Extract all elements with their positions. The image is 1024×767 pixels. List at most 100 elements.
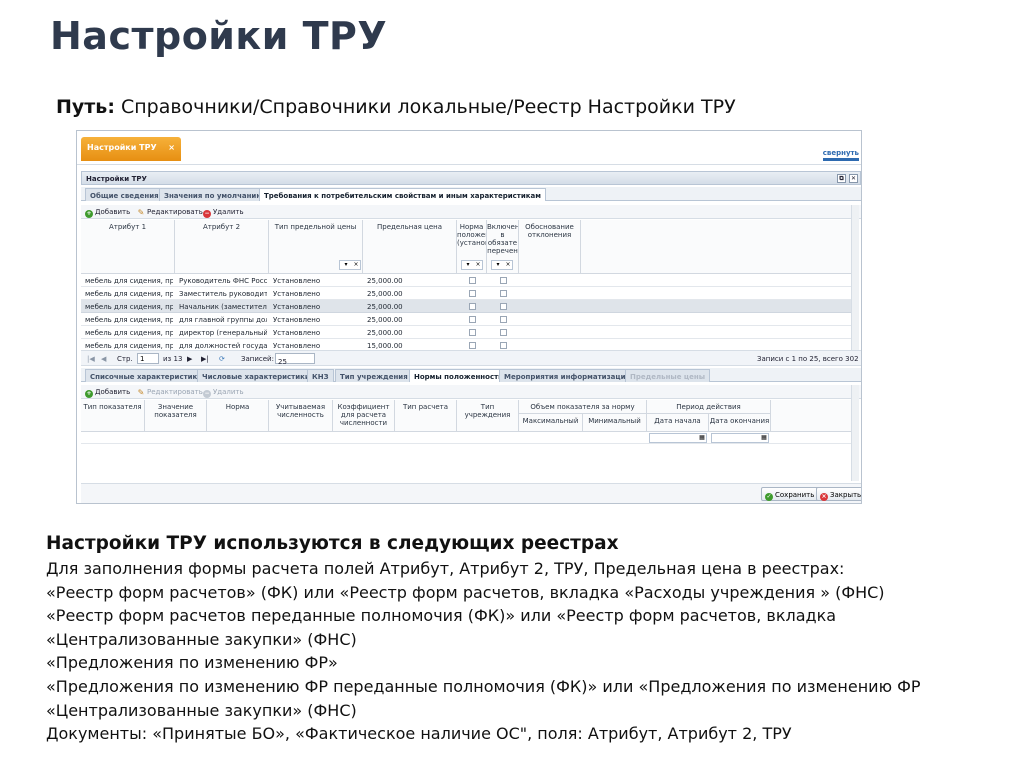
tab-institution-type[interactable]: Тип учреждения [335, 369, 413, 382]
table-row[interactable]: мебель для сидения, пре... Руководитель … [81, 274, 851, 287]
add-button[interactable]: + Добавить [85, 388, 130, 398]
add-label: Добавить [95, 208, 131, 216]
save-button[interactable]: ✓ Сохранить [761, 487, 820, 501]
column-header[interactable]: Атрибут 2 [175, 220, 269, 274]
prev-page-icon[interactable]: ◀ [101, 355, 106, 363]
clear-icon[interactable]: × [504, 261, 512, 269]
description-line: «Централизованные закупки» (ФНС) [46, 629, 357, 649]
column-header[interactable]: Тип расчета [395, 400, 457, 432]
cell-attr1: мебель для сидения, пре... [85, 277, 173, 285]
cell-attr2: для главной группы дол... [179, 316, 267, 324]
close-icon[interactable]: × [168, 143, 175, 152]
records-value: 25 [278, 358, 287, 366]
cell-price-type: Установлено [273, 290, 321, 298]
grid2-scrollbar[interactable] [851, 385, 859, 481]
column-header[interactable]: Учитываемая численность [269, 400, 333, 432]
column-header[interactable]: Коэффициент для расчета численности [333, 400, 395, 432]
norm-checkbox[interactable] [469, 316, 476, 323]
tab-list-characteristics[interactable]: Списочные характеристики [85, 369, 208, 382]
cell-price: 25,000.00 [367, 303, 403, 311]
mandatory-checkbox[interactable] [500, 329, 507, 336]
mandatory-checkbox[interactable] [500, 303, 507, 310]
norm-checkbox[interactable] [469, 342, 476, 349]
clear-icon[interactable]: × [474, 261, 482, 269]
add-button[interactable]: + Добавить [85, 208, 130, 218]
mandatory-checkbox[interactable] [500, 290, 507, 297]
path-label: Путь: [56, 96, 115, 118]
chevron-down-icon[interactable]: ▾ [464, 261, 472, 269]
app-tab-settings[interactable]: Настройки ТРУ × [81, 137, 181, 161]
column-header[interactable]: Норма [207, 400, 269, 432]
check-icon: ✓ [765, 493, 773, 501]
column-header[interactable]: Тип показателя [81, 400, 145, 432]
column-header[interactable]: Предельная цена [363, 220, 457, 274]
chevron-down-icon[interactable]: ▾ [494, 261, 502, 269]
cell-attr2: для должностей государ... [179, 342, 267, 350]
column-header[interactable]: Тип учреждения [457, 400, 519, 432]
clear-icon[interactable]: × [352, 261, 360, 269]
tab-general[interactable]: Общие сведения [85, 188, 164, 201]
table-row[interactable]: мебель для сидения, пре... директор (ген… [81, 326, 851, 339]
pager: |◀ ◀ Стр. 1 из 13 ▶ ▶| ⟳ Записей: 25 Зап… [81, 350, 861, 366]
calendar-icon[interactable]: ▦ [760, 434, 768, 442]
delete-button[interactable]: − Удалить [203, 208, 244, 218]
refresh-icon[interactable]: ⟳ [219, 355, 225, 363]
norm-checkbox[interactable] [469, 277, 476, 284]
table-row[interactable]: мебель для сидения, пре... для должносте… [81, 339, 851, 350]
tab-defaults[interactable]: Значения по умолчанию [159, 188, 269, 201]
filter-dropdown[interactable]: ▾ × [491, 260, 513, 270]
column-header[interactable]: Дата начала [647, 414, 709, 432]
top-tab-strip: Общие сведения Значения по умолчанию Тре… [81, 187, 861, 201]
collapse-button[interactable]: свернуть [823, 149, 859, 161]
mandatory-checkbox[interactable] [500, 277, 507, 284]
mandatory-checkbox[interactable] [500, 316, 507, 323]
tab-price-limits[interactable]: Предельные цены [625, 369, 711, 382]
records-label: Записей: [241, 355, 274, 363]
plus-icon: + [85, 210, 93, 218]
column-header[interactable]: Минимальный [583, 414, 647, 432]
grid2-filter-row: ▦ ▦ [81, 432, 851, 444]
edit-button[interactable]: ✎ Редактировать [137, 208, 203, 217]
minus-icon: − [203, 210, 211, 218]
column-header[interactable]: Обоснование отклонения [519, 220, 581, 274]
delete-button[interactable]: − Удалить [203, 388, 244, 398]
edit-label: Редактировать [147, 208, 203, 216]
date-start-filter[interactable]: ▦ [649, 433, 707, 443]
description-line: «Централизованные закупки» (ФНС) [46, 700, 357, 720]
column-header[interactable]: Значение показателя [145, 400, 207, 432]
calendar-icon[interactable]: ▦ [698, 434, 706, 442]
filter-dropdown[interactable]: ▾ × [461, 260, 483, 270]
edit-button[interactable]: ✎ Редактировать [137, 388, 203, 397]
date-end-filter[interactable]: ▦ [711, 433, 769, 443]
description-line: «Реестр форм расчетов переданные полномо… [46, 606, 837, 626]
norm-checkbox[interactable] [469, 290, 476, 297]
close-button[interactable]: × Закрыть [816, 487, 861, 501]
tab-numeric-characteristics[interactable]: Числовые характеристики [197, 369, 315, 382]
tab-norms[interactable]: Нормы положенности [409, 369, 509, 382]
chevron-down-icon[interactable]: ▾ [342, 261, 350, 269]
restore-icon[interactable]: ⧉ [837, 174, 846, 183]
first-page-icon[interactable]: |◀ [87, 355, 95, 363]
norm-checkbox[interactable] [469, 303, 476, 310]
description-line: Документы: «Принятые БО», «Фактическое н… [46, 724, 792, 744]
table-row[interactable]: мебель для сидения, пре... Заместитель р… [81, 287, 851, 300]
description-block: Настройки ТРУ используются в следующих р… [46, 531, 996, 746]
records-summary: Записи с 1 по 25, всего 302 [757, 355, 859, 363]
tab-knz[interactable]: КНЗ [307, 369, 334, 382]
page-input[interactable]: 1 [137, 353, 159, 364]
column-header[interactable]: Атрибут 1 [81, 220, 175, 274]
filter-dropdown[interactable]: ▾ × [339, 260, 361, 270]
table-row-selected[interactable]: мебель для сидения, пре... Начальник (за… [81, 300, 851, 313]
norm-checkbox[interactable] [469, 329, 476, 336]
column-header[interactable]: Максимальный [519, 414, 583, 432]
next-page-icon[interactable]: ▶ [187, 355, 192, 363]
column-header[interactable]: Дата окончания [709, 414, 771, 432]
close-icon[interactable]: ✕ [849, 174, 858, 183]
last-page-icon[interactable]: ▶| [201, 355, 209, 363]
records-per-page-select[interactable]: 25 [275, 353, 315, 366]
table-row[interactable]: мебель для сидения, пре... для главной г… [81, 313, 851, 326]
tab-informatization[interactable]: Мероприятия информатизации [499, 369, 636, 382]
grid1-scrollbar[interactable] [851, 205, 859, 351]
mandatory-checkbox[interactable] [500, 342, 507, 349]
tab-requirements[interactable]: Требования к потребительским свойствам и… [259, 188, 546, 201]
